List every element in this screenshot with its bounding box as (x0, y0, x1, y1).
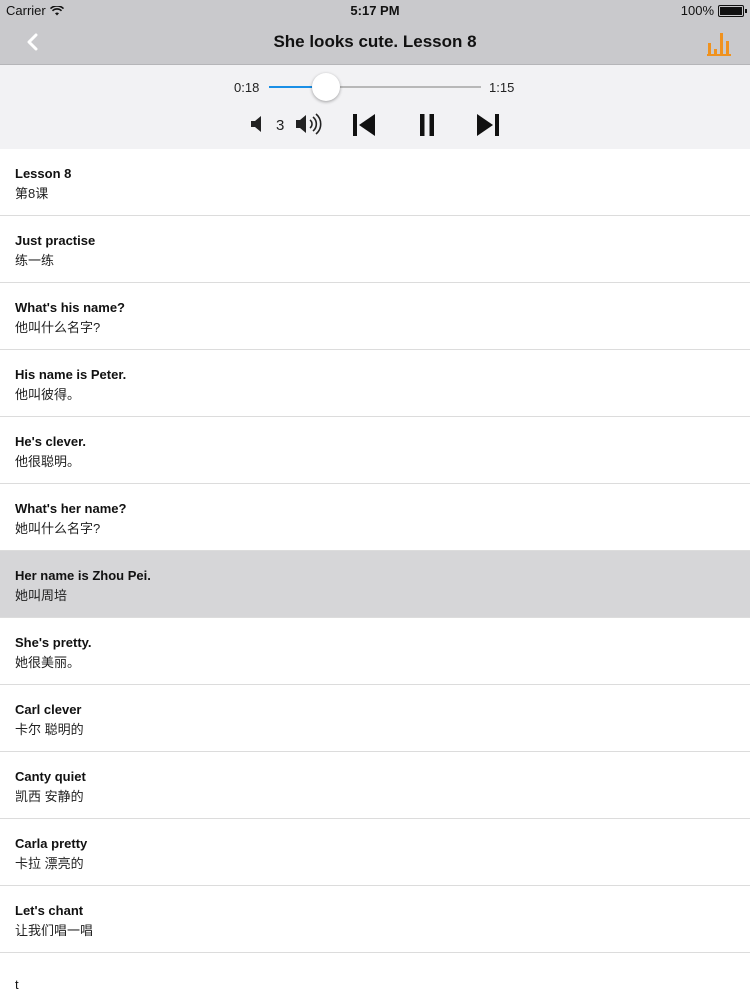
volume-up-button[interactable] (294, 112, 326, 136)
battery-fill (720, 6, 742, 15)
line-english: He's clever. (15, 434, 87, 449)
volume-down-button[interactable] (247, 112, 267, 136)
pause-icon (420, 114, 434, 136)
line-english: Her name is Zhou Pei. (15, 568, 151, 583)
list-item[interactable]: He's clever. 他很聪明。 (0, 417, 750, 484)
line-english: Just practise (15, 233, 96, 248)
line-chinese: 练一练 (15, 253, 55, 268)
line-chinese: 凯西 安静的 (15, 789, 84, 804)
progress-thumb[interactable] (312, 73, 341, 101)
next-button[interactable] (474, 112, 502, 138)
list-item[interactable]: What's her name? 她叫什么名字? (0, 484, 750, 551)
line-english: Carla pretty (15, 836, 88, 851)
line-chinese: 她叫什么名字? (15, 521, 101, 536)
line-english: His name is Peter. (15, 367, 127, 382)
list-item[interactable]: Let's chant 让我们唱一唱 (0, 886, 750, 953)
line-chinese: 她很美丽。 (15, 655, 81, 670)
list-item[interactable]: Just practise 练一练 (0, 216, 750, 283)
line-english: Carl clever (15, 702, 82, 717)
page-title: She looks cute. Lesson 8 (273, 32, 477, 51)
line-chinese: 卡拉 漂亮的 (15, 856, 84, 871)
speaker-high-icon (296, 113, 322, 135)
list-item[interactable]: Carla pretty 卡拉 漂亮的 (0, 819, 750, 886)
progress-slider[interactable] (269, 73, 481, 101)
line-chinese: 他叫彼得。 (15, 387, 81, 402)
line-chinese: 她叫周培 (15, 588, 68, 603)
skip-previous-icon (353, 114, 375, 136)
status-time: 5:17 PM (350, 3, 400, 18)
line-english: Canty quiet (15, 769, 86, 784)
line-chinese: 他很聪明。 (15, 454, 81, 469)
status-bar: Carrier 5:17 PM 100% (0, 0, 750, 21)
list-item[interactable]: What's his name? 他叫什么名字? (0, 283, 750, 350)
line-english: t (15, 977, 19, 992)
current-time: 0:18 (234, 80, 260, 95)
audio-player: 0:18 1:15 3 (0, 65, 750, 149)
line-chinese: 第8课 (15, 186, 49, 201)
stats-button[interactable] (706, 29, 734, 57)
nav-bar: She looks cute. Lesson 8 (0, 21, 750, 65)
list-item[interactable]: Her name is Zhou Pei. 她叫周培 (0, 551, 750, 618)
bar-chart-icon (707, 33, 731, 56)
line-english: Let's chant (15, 903, 84, 918)
line-english: What's his name? (15, 300, 125, 315)
line-chinese: 他叫什么名字? (15, 320, 101, 335)
line-english: She's pretty. (15, 635, 92, 650)
previous-button[interactable] (350, 112, 378, 138)
playback-rate: 3 (276, 117, 285, 134)
pause-button[interactable] (414, 112, 440, 138)
line-chinese: 让我们唱一唱 (15, 923, 94, 938)
list-item[interactable]: Canty quiet 凯西 安静的 (0, 752, 750, 819)
total-time: 1:15 (489, 80, 515, 95)
skip-next-icon (477, 114, 499, 136)
list-item[interactable]: Lesson 8 第8课 (0, 149, 750, 216)
speaker-low-icon (251, 116, 261, 132)
list-item[interactable]: Carl clever 卡尔 聪明的 (0, 685, 750, 752)
battery-icon (718, 4, 747, 17)
battery-percent: 100% (680, 3, 714, 18)
battery-info: 100% (680, 3, 747, 18)
lesson-line-list: Lesson 8 第8课 Just practise 练一练 What's his na… (0, 149, 750, 1005)
list-item[interactable]: She's pretty. 她很美丽。 (0, 618, 750, 685)
line-chinese: 卡尔 聪明的 (15, 722, 84, 737)
line-english: Lesson 8 (15, 166, 72, 181)
list-item[interactable]: His name is Peter. 他叫彼得。 (0, 350, 750, 417)
line-english: What's her name? (15, 501, 127, 516)
list-item[interactable]: t (0, 953, 750, 1005)
